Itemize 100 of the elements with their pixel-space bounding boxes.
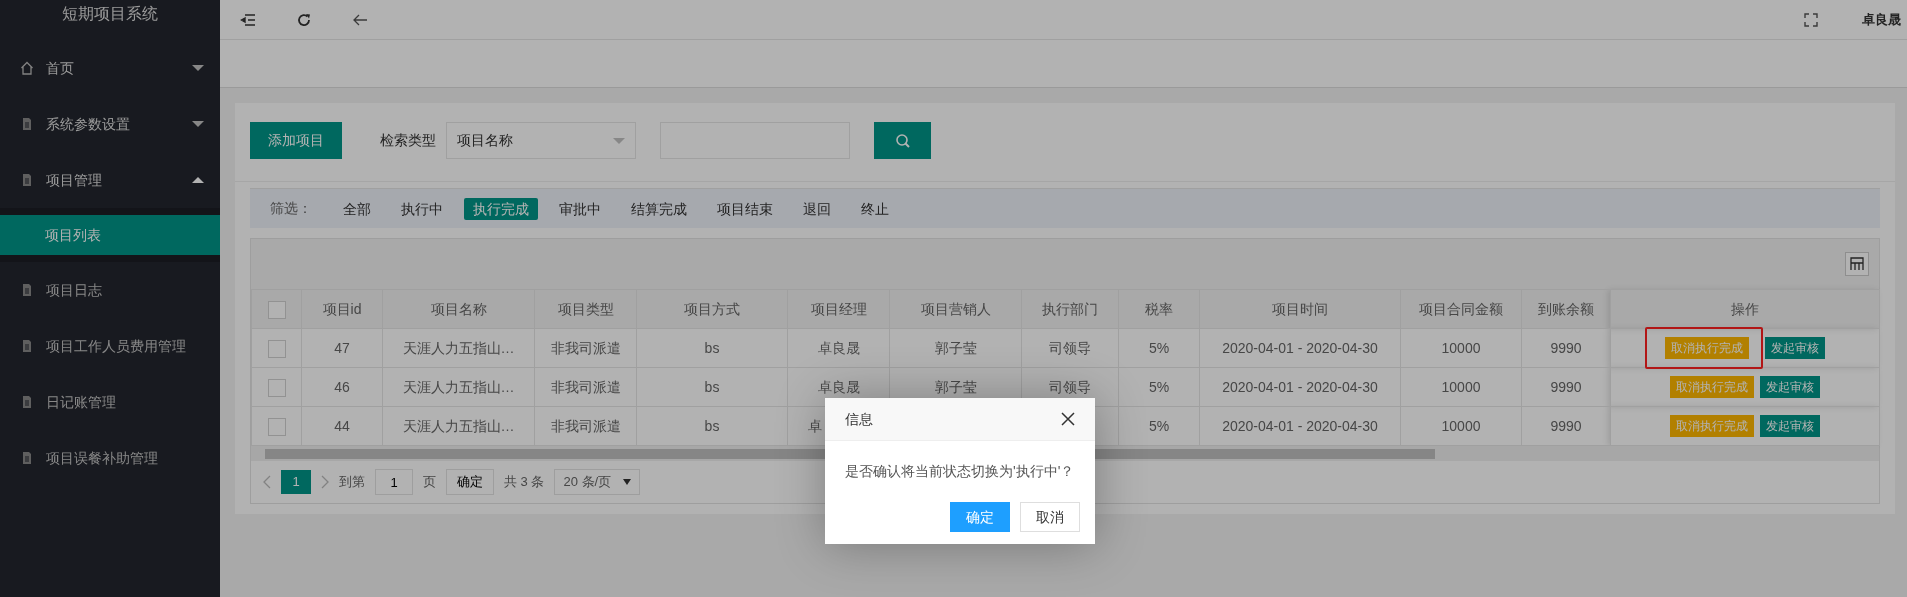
table-cell: 44	[334, 417, 350, 434]
table-cell: 非我司派遣	[550, 378, 621, 395]
sidebar-item[interactable]: 项目工作人员费用管理	[0, 318, 220, 374]
dialog-message: 是否确认将当前状态切换为'执行中'？	[844, 462, 1076, 481]
refresh-icon[interactable]	[296, 11, 312, 28]
home-icon	[20, 61, 34, 75]
page-number[interactable]: 1	[281, 470, 311, 494]
checkbox[interactable]	[267, 417, 286, 436]
filter-tab[interactable]: 终止	[852, 197, 898, 220]
document-icon	[20, 173, 34, 187]
table-cell: bs	[704, 417, 720, 434]
sidebar-item[interactable]: 项目管理	[0, 152, 220, 208]
table-cell: 47	[334, 339, 350, 356]
column-header: 项目id	[301, 289, 383, 329]
filter-tab[interactable]: 退回	[794, 197, 840, 220]
column-header: 项目营销人	[889, 289, 1022, 329]
search-type-select[interactable]: 项目名称	[446, 122, 636, 159]
page-size-select[interactable]: 20 条/页	[554, 469, 641, 495]
table-cell: 2020-04-01 - 2020-04-30	[1222, 339, 1378, 356]
sidebar-item[interactable]: 项目日志	[0, 262, 220, 318]
column-header: 项目经理	[787, 289, 890, 329]
table-cell: 天涯人力五指山…	[402, 339, 515, 356]
page-unit-label: 页	[423, 473, 436, 492]
column-header: 操作	[1610, 289, 1880, 329]
filter-tab[interactable]: 执行完成	[464, 197, 538, 220]
filter-tab[interactable]: 项目结束	[708, 197, 782, 220]
column-header: 到账余额	[1521, 289, 1611, 329]
cancel-button[interactable]: 取消	[1020, 502, 1080, 532]
checkbox[interactable]	[267, 300, 286, 319]
sidebar-subitem[interactable]: 项目列表	[0, 215, 220, 255]
fullscreen-icon[interactable]	[1804, 12, 1818, 27]
table-cell: 2020-04-01 - 2020-04-30	[1222, 378, 1378, 395]
document-icon	[20, 451, 34, 465]
caret-icon	[192, 121, 204, 127]
filter-tab[interactable]: 结算完成	[622, 197, 696, 220]
table-cell: 10000	[1441, 339, 1481, 356]
table-cell: 非我司派遣	[550, 417, 621, 434]
sidebar-item[interactable]: 项目误餐补助管理	[0, 430, 220, 486]
table-cell: 5%	[1148, 339, 1170, 356]
search-type-label: 检索类型	[380, 131, 436, 150]
dialog-title: 信息	[845, 409, 873, 429]
table-cell: 非我司派遣	[550, 339, 621, 356]
submit-review-button[interactable]: 发起审核	[1760, 415, 1820, 437]
column-header: 项目时间	[1199, 289, 1401, 329]
document-icon	[20, 339, 34, 353]
table-cell: 卓良晟	[817, 378, 860, 395]
filter-tab[interactable]: 审批中	[550, 197, 610, 220]
total-count: 共 3 条	[504, 473, 545, 492]
column-header: 项目类型	[534, 289, 637, 329]
table-cell: bs	[704, 378, 720, 395]
filter-tab[interactable]: 执行中	[392, 197, 452, 220]
table-cell: 5%	[1148, 417, 1170, 434]
close-icon[interactable]	[1061, 412, 1075, 426]
back-arrow-icon[interactable]	[352, 12, 368, 27]
table-cell: 9990	[1550, 339, 1582, 356]
caret-icon	[192, 177, 204, 183]
column-header: 项目合同金额	[1400, 289, 1522, 329]
table-cell: 天涯人力五指山…	[402, 417, 515, 434]
table-cell: 卓良晟	[817, 339, 860, 356]
table-cell: 10000	[1441, 378, 1481, 395]
column-header: 执行部门	[1021, 289, 1119, 329]
column-header: 税率	[1118, 289, 1200, 329]
document-icon	[20, 117, 34, 131]
checkbox[interactable]	[267, 339, 286, 358]
table-cell: 郭子莹	[934, 339, 977, 356]
filter-label: 筛选：	[270, 199, 312, 218]
goto-confirm-button[interactable]: 确定	[446, 469, 494, 495]
sidebar-item[interactable]: 日记账管理	[0, 374, 220, 430]
filter-tab[interactable]: 全部	[334, 197, 380, 220]
table-cell: bs	[704, 339, 720, 356]
submit-review-button[interactable]: 发起审核	[1760, 376, 1820, 398]
checkbox[interactable]	[267, 378, 286, 397]
previous-page-icon[interactable]	[263, 475, 271, 489]
search-button[interactable]	[874, 122, 931, 159]
caret-icon	[192, 65, 204, 71]
table-cell: 2020-04-01 - 2020-04-30	[1222, 417, 1378, 434]
add-project-button[interactable]: 添加项目	[250, 122, 342, 159]
user-menu[interactable]: 卓良晟	[1862, 9, 1901, 30]
page-input[interactable]: 1	[375, 469, 413, 495]
sidebar-item[interactable]: 首页	[0, 40, 220, 96]
table-cell: 9990	[1550, 417, 1582, 434]
menu-fold-icon[interactable]	[240, 12, 256, 27]
table-cell: 司领导	[1049, 339, 1091, 356]
app-title: 短期项目系统	[61, 4, 159, 24]
table-cell: 9990	[1550, 378, 1582, 395]
sidebar-item[interactable]: 系统参数设置	[0, 96, 220, 152]
confirm-button[interactable]: 确定	[950, 502, 1010, 532]
column-grid-icon[interactable]	[1845, 252, 1869, 276]
table-cell: 10000	[1441, 417, 1481, 434]
table-cell: 郭子莹	[934, 378, 977, 395]
table-cell: 卓	[808, 417, 822, 434]
document-icon	[20, 283, 34, 297]
search-icon	[894, 133, 911, 150]
table-cell: 司领导	[1049, 378, 1091, 395]
table-cell: 46	[334, 378, 350, 395]
goto-label: 到第	[339, 473, 365, 492]
table-cell: 5%	[1148, 378, 1170, 395]
submit-review-button[interactable]: 发起审核	[1765, 337, 1825, 359]
next-page-icon[interactable]	[321, 475, 329, 489]
column-header: 项目方式	[636, 289, 788, 329]
